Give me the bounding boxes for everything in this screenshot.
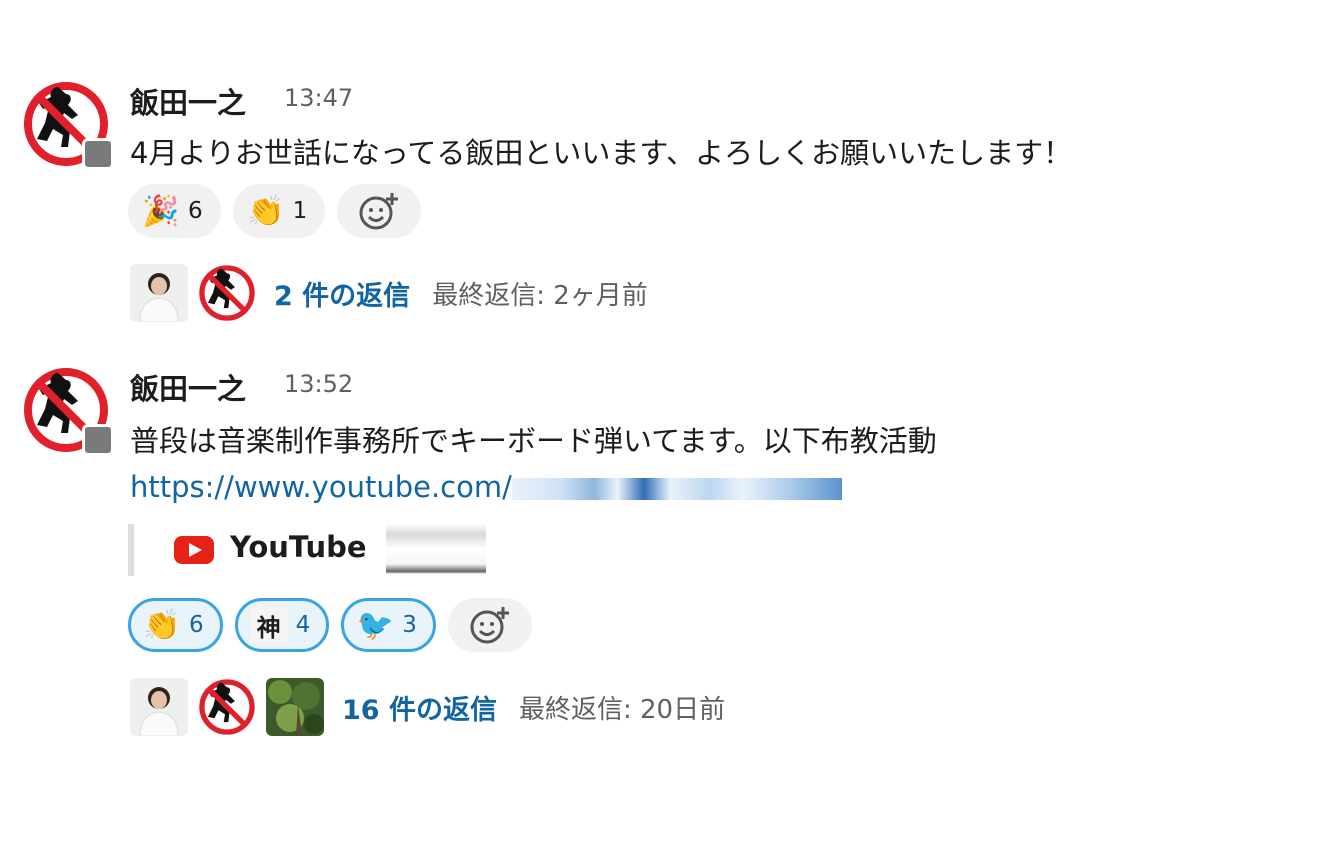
author-avatar[interactable] [22,366,114,456]
add-emoji-icon [359,193,399,230]
reaction-count: 4 [295,612,311,638]
thread-last-reply: 最終返信: 20日前 [518,694,726,725]
reaction-bar: 🎉 6 👏 1 [128,184,422,238]
reply-avatar-person [130,264,188,322]
reaction-count: 3 [402,612,417,638]
author-name[interactable]: 飯田一之 [130,80,246,122]
reaction-party-popper[interactable]: 🎉 6 [128,184,221,238]
reaction-count: 6 [188,198,203,224]
no-running-icon [199,679,255,735]
unfurl-site-name: YouTube [230,530,367,564]
redacted-link-part [511,478,842,500]
redacted-unfurl-title [386,524,486,574]
author-avatar[interactable] [22,80,114,170]
reaction-clapping-hands[interactable]: 👏 1 [232,184,326,238]
link-text: https://www.youtube.com/ [130,470,512,504]
add-reaction-button[interactable] [447,598,532,652]
reply-avatar-author [198,678,256,736]
reply-avatar-author [198,264,256,322]
kami-icon: 神 [249,606,288,644]
message-timestamp[interactable]: 13:52 [284,370,353,398]
person-avatar-icon [130,678,188,736]
message-text: 4月よりお世話になってる飯田といいます、よろしくお願いいたします！ [130,136,1073,170]
reaction-clapping-hands[interactable]: 👏 6 [128,598,223,652]
no-running-icon [199,265,255,321]
message-timestamp[interactable]: 13:47 [284,84,353,112]
thread-last-reply: 最終返信: 2ヶ月前 [432,280,648,311]
author-name[interactable]: 飯田一之 [130,366,246,408]
blue-bird-icon: 🐦 [356,607,394,643]
thread-summary[interactable]: 16 件の返信 最終返信: 20日前 [130,678,725,736]
person-avatar-icon [130,264,188,322]
reaction-kami[interactable]: 神 4 [234,598,330,652]
reaction-count: 6 [189,612,204,638]
youtube-link[interactable]: https://www.youtube.com/ [130,470,842,504]
reaction-bar: 👏 6 神 4 🐦 3 [128,598,532,652]
clapping-hands-icon: 👏 [246,193,285,229]
thread-summary[interactable]: 2 件の返信 最終返信: 2ヶ月前 [130,264,648,322]
add-reaction-button[interactable] [337,184,422,238]
youtube-logo-icon [174,536,214,564]
thread-reply-count[interactable]: 2 件の返信 [274,274,410,313]
reaction-blue-bird[interactable]: 🐦 3 [341,598,436,652]
reply-avatar-tree [266,678,324,736]
message-text: 普段は音楽制作事務所でキーボード弾いてます。以下布教活動 [130,424,937,458]
party-popper-icon: 🎉 [142,193,180,229]
add-emoji-icon [470,607,509,644]
status-indicator [82,424,114,456]
link-unfurl[interactable]: YouTube [128,524,494,576]
thread-reply-count[interactable]: 16 件の返信 [342,688,497,727]
reply-avatar-person [130,678,188,736]
reaction-count: 1 [292,198,308,224]
tree-photo-icon [266,678,324,736]
clapping-hands-icon: 👏 [143,607,181,643]
status-indicator [82,138,114,170]
